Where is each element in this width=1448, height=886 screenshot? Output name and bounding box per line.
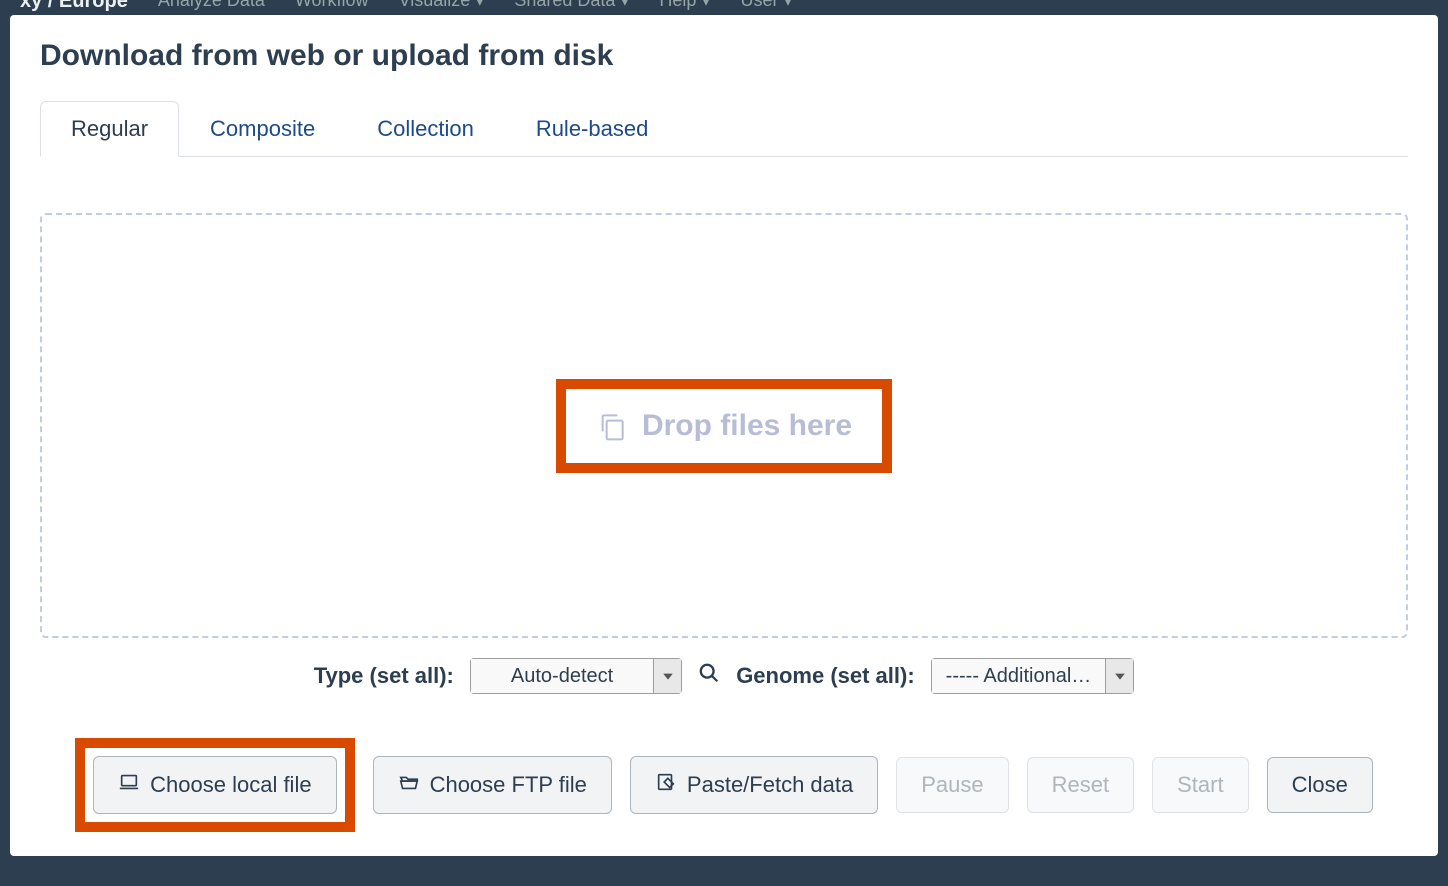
drop-zone[interactable]: Drop files here xyxy=(40,213,1408,638)
start-button[interactable]: Start xyxy=(1152,757,1248,813)
chevron-down-icon xyxy=(653,659,681,693)
nav-logo: xy / Europe xyxy=(20,0,128,13)
button-label: Start xyxy=(1177,772,1223,798)
search-icon[interactable] xyxy=(698,662,720,690)
nav-shared-data[interactable]: Shared Data ▾ xyxy=(514,0,629,11)
top-nav: xy / Europe Analyze Data Workflow Visual… xyxy=(0,0,1448,15)
genome-select[interactable]: ----- Additional… xyxy=(931,658,1135,694)
tab-composite[interactable]: Composite xyxy=(179,101,346,157)
type-value: Auto-detect xyxy=(471,659,653,693)
folder-open-icon xyxy=(398,771,420,799)
nav-help[interactable]: Help ▾ xyxy=(659,0,710,11)
chevron-down-icon xyxy=(1105,659,1133,693)
controls-row: Type (set all): Auto-detect Genome (set … xyxy=(40,658,1408,694)
button-label: Close xyxy=(1292,772,1348,798)
genome-label: Genome (set all): xyxy=(736,663,914,689)
tab-label: Rule-based xyxy=(536,116,649,141)
genome-value: ----- Additional… xyxy=(932,659,1106,693)
drop-text: Drop files here xyxy=(642,409,852,443)
buttons-row: Choose local file Choose FTP file Paste/… xyxy=(40,738,1408,832)
type-label: Type (set all): xyxy=(314,663,454,689)
tab-rule-based[interactable]: Rule-based xyxy=(505,101,680,157)
tab-collection[interactable]: Collection xyxy=(346,101,505,157)
reset-button[interactable]: Reset xyxy=(1027,757,1134,813)
choose-local-file-button[interactable]: Choose local file xyxy=(93,756,336,814)
modal-title: Download from web or upload from disk xyxy=(40,39,1408,73)
close-button[interactable]: Close xyxy=(1267,757,1373,813)
button-label: Choose local file xyxy=(150,772,311,798)
tab-label: Regular xyxy=(71,116,148,141)
nav-workflow[interactable]: Workflow xyxy=(295,0,369,11)
upload-tabs: Regular Composite Collection Rule-based xyxy=(40,101,1408,157)
upload-modal: Download from web or upload from disk Re… xyxy=(10,15,1438,856)
tab-label: Collection xyxy=(377,116,474,141)
paste-fetch-button[interactable]: Paste/Fetch data xyxy=(630,756,878,814)
choose-local-highlight: Choose local file xyxy=(75,738,354,832)
type-select[interactable]: Auto-detect xyxy=(470,658,682,694)
laptop-icon xyxy=(118,771,140,799)
pause-button[interactable]: Pause xyxy=(896,757,1008,813)
edit-icon xyxy=(655,771,677,799)
tab-regular[interactable]: Regular xyxy=(40,101,179,157)
tab-label: Composite xyxy=(210,116,315,141)
drop-files-highlight: Drop files here xyxy=(556,379,892,473)
copy-icon xyxy=(596,410,628,442)
button-label: Choose FTP file xyxy=(430,772,587,798)
nav-analyze[interactable]: Analyze Data xyxy=(158,0,265,11)
nav-visualize[interactable]: Visualize ▾ xyxy=(399,0,485,11)
button-label: Paste/Fetch data xyxy=(687,772,853,798)
choose-ftp-file-button[interactable]: Choose FTP file xyxy=(373,756,612,814)
nav-user[interactable]: User ▾ xyxy=(740,0,792,11)
button-label: Reset xyxy=(1052,772,1109,798)
button-label: Pause xyxy=(921,772,983,798)
